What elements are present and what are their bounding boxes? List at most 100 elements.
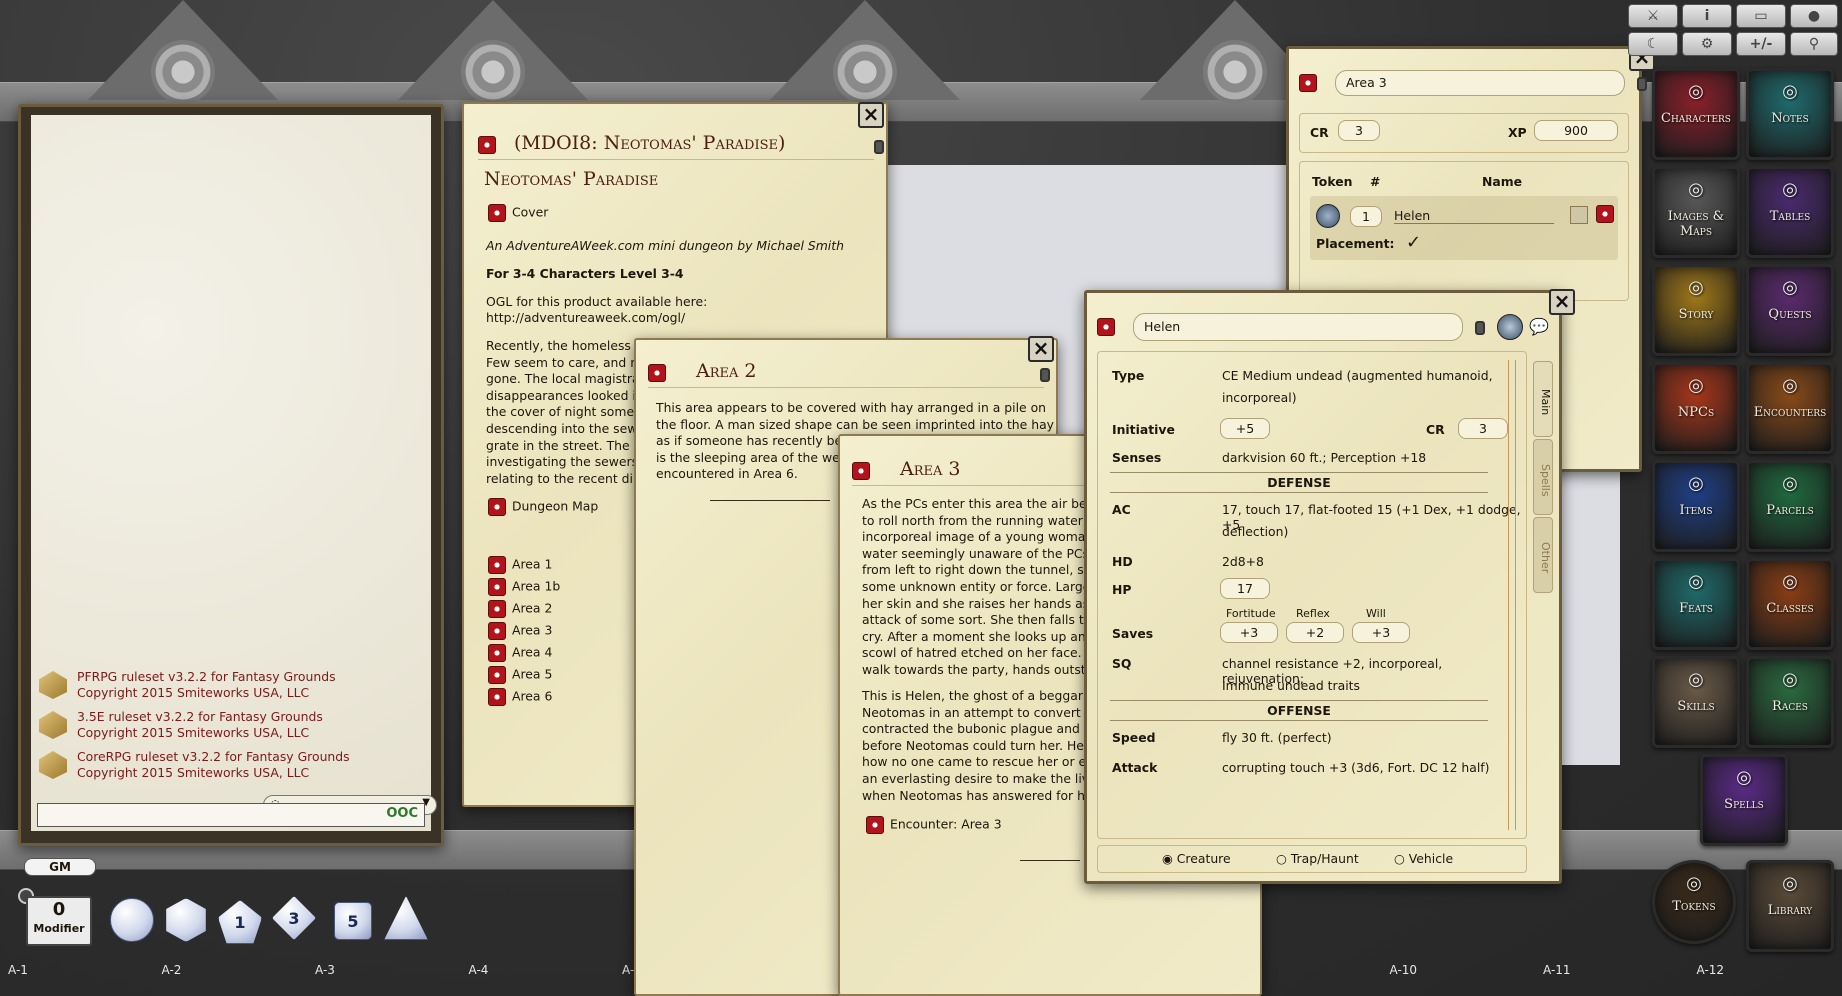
sidebar-button-skills[interactable]: Skills — [1652, 656, 1740, 748]
token-icon[interactable] — [1497, 314, 1523, 340]
tab-main[interactable]: Main — [1533, 361, 1553, 437]
ooc-toggle[interactable]: OOC — [386, 806, 418, 821]
options-icon[interactable]: ⚙ — [1682, 32, 1732, 56]
link-icon — [488, 498, 506, 516]
info-icon[interactable]: i — [1682, 4, 1732, 28]
story-link[interactable]: Area 6 — [488, 688, 560, 710]
modifier-box[interactable]: 0 Modifier — [26, 896, 92, 946]
sidebar-button-library[interactable]: Library — [1746, 860, 1834, 952]
sidebar-button-tables[interactable]: Tables — [1746, 166, 1834, 258]
sidebar-button-feats[interactable]: Feats — [1652, 558, 1740, 650]
ogl-url[interactable]: http://adventureaweek.com/ogl/ — [486, 310, 685, 327]
scrollbar[interactable] — [1508, 360, 1516, 830]
story-link[interactable]: Area 2 — [488, 600, 560, 622]
link-icon[interactable] — [1299, 74, 1317, 92]
sidebar-button-images-maps[interactable]: Images & Maps — [1652, 166, 1740, 258]
story-link[interactable]: Area 5 — [488, 666, 560, 688]
close-icon[interactable]: × — [1028, 336, 1054, 362]
npc-count-field[interactable]: 1 — [1350, 206, 1382, 227]
ruleset-icon — [39, 711, 67, 739]
sidebar-button-parcels[interactable]: Parcels — [1746, 460, 1834, 552]
story-link[interactable]: Dungeon Map — [488, 498, 598, 516]
tab-other[interactable]: Other — [1533, 517, 1553, 593]
close-icon[interactable]: × — [1549, 289, 1575, 315]
cr-field[interactable]: 3 — [1338, 120, 1380, 141]
sidebar-button-tokens[interactable]: Tokens — [1652, 860, 1736, 944]
close-icon[interactable]: × — [858, 102, 884, 128]
sidebar-button-races[interactable]: Races — [1746, 656, 1834, 748]
story-link[interactable]: Area 4 — [488, 644, 560, 666]
table-row[interactable]: 1 Helen Placement: ✓ — [1310, 196, 1618, 260]
lock-icon[interactable] — [874, 140, 884, 154]
ogl-text: OGL for this product available here: — [486, 294, 708, 309]
story-link[interactable]: Encounter: Area 3 — [866, 816, 1002, 834]
sidebar-button-story[interactable]: Story — [1652, 264, 1740, 356]
link-icon[interactable] — [852, 462, 870, 480]
cr-field[interactable]: 3 — [1458, 418, 1508, 439]
lock-icon[interactable] — [1637, 77, 1647, 91]
d6-icon[interactable]: 5 — [334, 902, 372, 940]
sidebar-button-npcs[interactable]: NPCs — [1652, 362, 1740, 454]
lighting-icon[interactable]: ☾ — [1628, 32, 1678, 56]
link-icon[interactable] — [648, 364, 666, 382]
modifier-icon[interactable]: +/- — [1736, 32, 1786, 56]
pointer-icon[interactable]: ⚲ — [1790, 32, 1838, 56]
fortitude-field[interactable]: +3 — [1220, 622, 1278, 643]
number-column-header: # — [1370, 174, 1381, 189]
reflex-label: Reflex — [1296, 607, 1330, 620]
radio-creature[interactable]: ◉ Creature — [1162, 851, 1231, 866]
npc-name-field[interactable]: Helen — [1133, 313, 1463, 341]
dice-icon[interactable]: ● — [1790, 4, 1838, 28]
chat-message: PFRPG ruleset v3.2.2 for Fantasy Grounds… — [39, 667, 423, 707]
story-paragraph: Recently, the homeless Few seem to care, … — [486, 338, 643, 486]
encounter-name-field[interactable]: Area 3 — [1335, 70, 1625, 96]
story-link[interactable]: Cover — [488, 204, 548, 222]
map-icon[interactable]: ▭ — [1736, 4, 1786, 28]
hd-value[interactable]: 2d8+8 — [1222, 554, 1264, 569]
senses-value[interactable]: darkvision 60 ft.; Perception +18 — [1222, 450, 1426, 465]
radio-trap-haunt[interactable]: ○ Trap/Haunt — [1276, 851, 1359, 866]
sidebar-button-quests[interactable]: Quests — [1746, 264, 1834, 356]
faction-checkbox[interactable] — [1570, 206, 1588, 224]
story-link[interactable]: Area 3 — [488, 622, 560, 644]
hp-label: HP — [1112, 582, 1132, 597]
link-icon[interactable] — [1097, 318, 1115, 336]
reflex-field[interactable]: +2 — [1286, 622, 1344, 643]
xp-field[interactable]: 900 — [1534, 120, 1618, 141]
combat-icon[interactable]: ⚔ — [1628, 4, 1678, 28]
lock-icon[interactable] — [1475, 321, 1485, 335]
tab-spells[interactable]: Spells — [1533, 439, 1553, 515]
token-icon[interactable] — [1316, 204, 1340, 228]
attack-value[interactable]: corrupting touch +3 (3d6, Fort. DC 12 ha… — [1222, 760, 1490, 775]
sidebar-button-spells[interactable]: Spells — [1700, 754, 1788, 846]
story-link[interactable]: Area 1 — [488, 556, 560, 578]
chat-message: 3.5E ruleset v3.2.2 for Fantasy Grounds … — [39, 707, 423, 747]
chat-log[interactable]: PFRPG ruleset v3.2.2 for Fantasy Grounds… — [31, 115, 437, 831]
radio-vehicle[interactable]: ○ Vehicle — [1394, 851, 1453, 866]
npc-name[interactable]: Helen — [1394, 208, 1554, 224]
initiative-field[interactable]: +5 — [1220, 418, 1270, 439]
sidebar-button-items[interactable]: Items — [1652, 460, 1740, 552]
link-icon[interactable] — [478, 136, 496, 154]
token-column-header: Token — [1312, 174, 1353, 189]
sidebar-button-encounters[interactable]: Encounters — [1746, 362, 1834, 454]
sidebar-button-classes[interactable]: Classes — [1746, 558, 1834, 650]
type-value-cont[interactable]: incorporeal) — [1222, 390, 1297, 405]
will-field[interactable]: +3 — [1352, 622, 1410, 643]
ac-value-cont[interactable]: deflection) — [1222, 524, 1288, 539]
hp-field[interactable]: 17 — [1220, 578, 1270, 599]
lock-icon[interactable] — [1040, 368, 1050, 382]
speed-label: Speed — [1112, 730, 1156, 745]
link-icon[interactable] — [1596, 205, 1614, 223]
d20-icon[interactable] — [110, 898, 154, 942]
story-link[interactable]: Area 1b — [488, 578, 560, 600]
sidebar-button-notes[interactable]: Notes — [1746, 68, 1834, 160]
type-value[interactable]: CE Medium undead (augmented humanoid, — [1222, 368, 1493, 383]
checkmark-icon[interactable]: ✓ — [1406, 232, 1421, 253]
speed-value[interactable]: fly 30 ft. (perfect) — [1222, 730, 1332, 745]
npc-window: × Helen 💬 Type CE Medium undead (augment… — [1084, 289, 1575, 884]
speech-bubble-icon[interactable]: 💬 — [1529, 317, 1549, 336]
sidebar-button-characters[interactable]: Characters — [1652, 68, 1740, 160]
chat-input[interactable]: OOC — [37, 803, 425, 827]
sq-value-cont[interactable]: Immune undead traits — [1222, 678, 1360, 693]
